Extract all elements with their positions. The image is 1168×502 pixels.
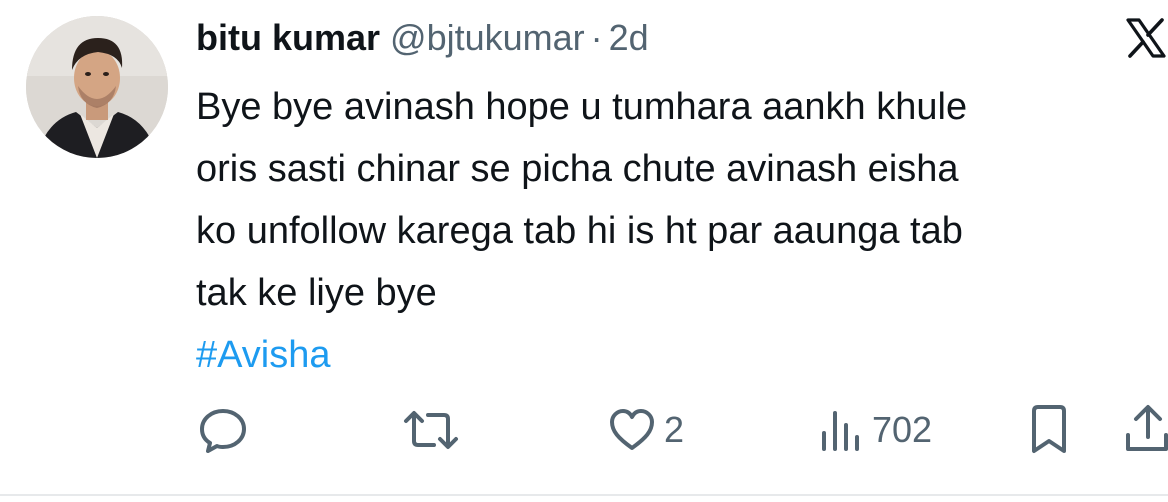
views-button[interactable]: 702 [818, 400, 932, 460]
tweet-timestamp[interactable]: 2d [609, 17, 649, 58]
avatar[interactable] [26, 16, 168, 158]
bookmark-icon [1026, 403, 1072, 457]
bookmark-button[interactable] [1026, 400, 1072, 460]
reply-icon [196, 403, 250, 457]
share-icon [1122, 403, 1168, 457]
share-button[interactable] [1122, 400, 1168, 460]
heart-icon [608, 406, 656, 454]
author-handle[interactable]: @bjtukumar [390, 17, 585, 58]
tweet-card[interactable]: bitu kumar @bjtukumar · 2d Bye bye avinash … [0, 0, 1168, 502]
divider [0, 494, 1168, 496]
author-name[interactable]: bitu kumar [196, 17, 380, 58]
reply-button[interactable] [196, 400, 250, 460]
retweet-button[interactable] [400, 400, 462, 460]
action-bar: 2 702 [0, 400, 1168, 460]
x-logo-icon[interactable] [1124, 16, 1168, 60]
tweet-header: bitu kumar @bjtukumar · 2d [196, 16, 649, 60]
tweet-text: Bye bye avinash hope u tumhara aankh khu… [196, 76, 1168, 386]
view-count: 702 [872, 409, 933, 450]
tweet-text-line: ko unfollow karega tab hi is ht par aaun… [196, 210, 963, 252]
hashtag-link[interactable]: #Avisha [196, 324, 1168, 386]
views-icon [818, 405, 864, 455]
tweet-text-line: oris sasti chinar se picha chute avinash… [196, 148, 959, 190]
tweet-text-line: Bye bye avinash hope u tumhara aankh khu… [196, 86, 968, 128]
separator-dot: · [590, 17, 603, 58]
retweet-icon [400, 403, 462, 457]
like-count: 2 [664, 409, 685, 450]
tweet-text-line: tak ke liye bye [196, 272, 437, 314]
like-button[interactable]: 2 [608, 400, 684, 460]
